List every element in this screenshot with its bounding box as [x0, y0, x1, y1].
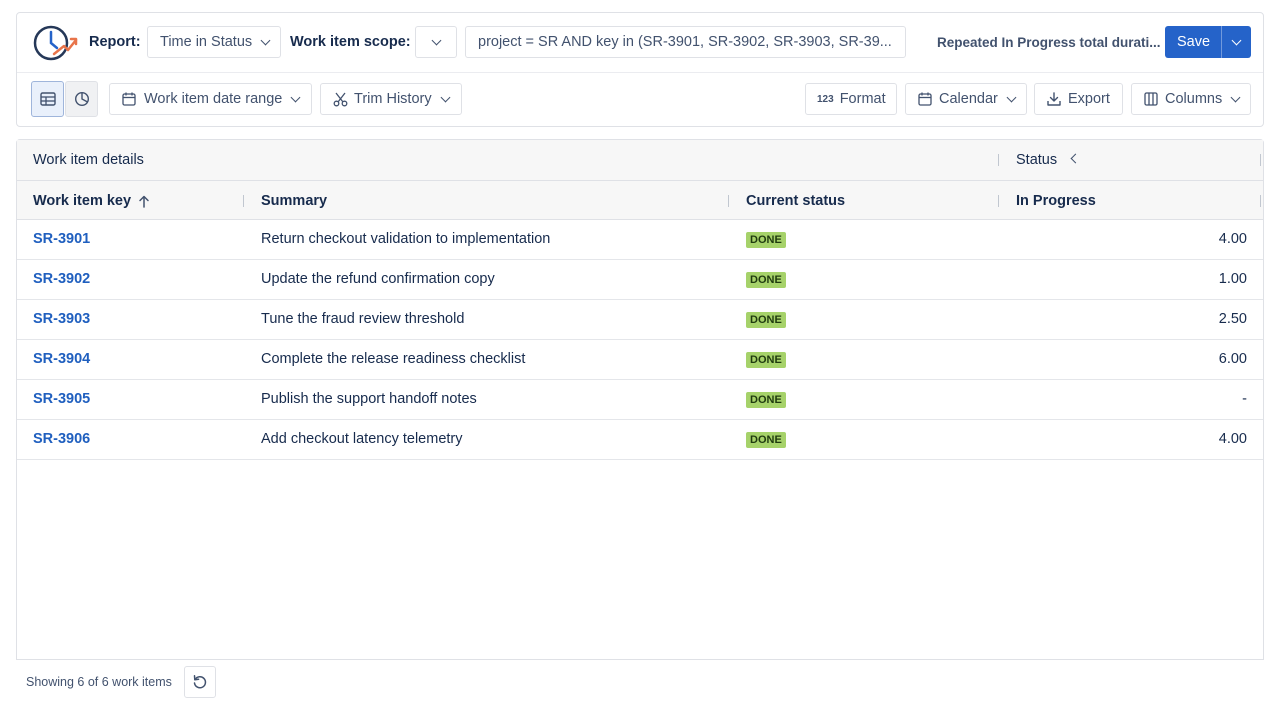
calendar-icon: [918, 92, 932, 106]
save-options-button[interactable]: [1221, 26, 1251, 58]
trim-history-button[interactable]: Trim History: [320, 83, 462, 115]
sort-ascending-icon[interactable]: [138, 195, 150, 208]
chevron-left-icon[interactable]: [1070, 153, 1081, 164]
work-item-key-link[interactable]: SR-3901: [33, 231, 90, 247]
app-logo-icon: [33, 25, 78, 61]
report-toolbar: Report: Time in Status Work item scope: …: [16, 12, 1264, 127]
pie-chart-icon: [74, 91, 89, 107]
table-row: SR-3902 Update the refund confirmation c…: [17, 260, 1263, 300]
chart-view-button[interactable]: [65, 81, 98, 117]
report-label: Report:: [89, 34, 141, 50]
saved-report-name[interactable]: Repeated In Progress total durati...: [937, 35, 1161, 50]
download-icon: [1047, 92, 1061, 106]
in-progress-value: 4.00: [1218, 431, 1247, 447]
summary-cell: Add checkout latency telemetry: [261, 431, 463, 447]
columns-icon: [1144, 92, 1158, 106]
column-header-summary[interactable]: Summary: [261, 193, 327, 209]
work-item-key-link[interactable]: SR-3906: [33, 431, 90, 447]
group-header-status[interactable]: Status: [1016, 152, 1057, 168]
group-header-details: Work item details: [33, 152, 144, 168]
in-progress-value: -: [1242, 391, 1247, 407]
status-badge: DONE: [746, 432, 786, 448]
table-group-header: Work item details Status: [17, 140, 1263, 181]
date-range-label: Work item date range: [144, 91, 283, 107]
column-divider[interactable]: [728, 195, 729, 207]
status-badge: DONE: [746, 312, 786, 328]
chevron-down-icon: [290, 92, 301, 102]
table-column-header: Work item key Summary Current status In …: [17, 181, 1263, 220]
table-row: SR-3901 Return checkout validation to im…: [17, 220, 1263, 260]
status-badge: DONE: [746, 232, 786, 248]
column-header-in-progress[interactable]: In Progress: [1016, 193, 1096, 209]
work-item-key-link[interactable]: SR-3904: [33, 351, 90, 367]
table-row: SR-3905 Publish the support handoff note…: [17, 380, 1263, 420]
status-badge: DONE: [746, 272, 786, 288]
format-label: Format: [839, 91, 886, 107]
calendar-label: Calendar: [939, 91, 998, 107]
table-row: SR-3904 Complete the release readiness c…: [17, 340, 1263, 380]
row-count-text: Showing 6 of 6 work items: [26, 675, 172, 689]
summary-cell: Return checkout validation to implementa…: [261, 231, 551, 247]
trim-history-label: Trim History: [354, 91, 432, 107]
summary-cell: Update the refund confirmation copy: [261, 271, 495, 287]
in-progress-value: 2.50: [1218, 311, 1247, 327]
work-item-key-link[interactable]: SR-3905: [33, 391, 90, 407]
column-divider: [1260, 154, 1261, 166]
column-divider: [998, 154, 999, 166]
query-text: project = SR AND key in (SR-3901, SR-390…: [478, 34, 892, 50]
calendar-button[interactable]: Calendar: [905, 83, 1027, 115]
chevron-down-icon: [431, 35, 441, 45]
report-select[interactable]: Time in Status: [147, 26, 281, 58]
chevron-down-icon: [1230, 92, 1241, 102]
report-select-value: Time in Status: [160, 34, 253, 50]
scope-type-select[interactable]: [415, 26, 457, 58]
status-badge: DONE: [746, 392, 786, 408]
work-item-key-link[interactable]: SR-3902: [33, 271, 90, 287]
refresh-icon: [193, 675, 207, 689]
toolbar-row-primary: Report: Time in Status Work item scope: …: [17, 13, 1263, 73]
chevron-down-icon: [1231, 35, 1242, 45]
column-divider[interactable]: [998, 195, 999, 207]
column-header-current-status[interactable]: Current status: [746, 193, 845, 209]
refresh-button[interactable]: [184, 666, 216, 698]
in-progress-value: 1.00: [1218, 271, 1247, 287]
status-badge: DONE: [746, 352, 786, 368]
table-row: SR-3903 Tune the fraud review threshold …: [17, 300, 1263, 340]
columns-button[interactable]: Columns: [1131, 83, 1251, 115]
table-view-button[interactable]: [31, 81, 64, 117]
report-table: Work item details Status Work item key S…: [16, 139, 1264, 660]
chevron-down-icon: [260, 35, 271, 45]
in-progress-value: 4.00: [1218, 231, 1247, 247]
number-format-icon: 123: [817, 93, 834, 105]
summary-cell: Tune the fraud review threshold: [261, 311, 465, 327]
query-input[interactable]: project = SR AND key in (SR-3901, SR-390…: [465, 26, 906, 58]
export-button[interactable]: Export: [1034, 83, 1123, 115]
scissors-icon: [333, 92, 348, 106]
table-row: SR-3906 Add checkout latency telemetry D…: [17, 420, 1263, 460]
in-progress-value: 6.00: [1218, 351, 1247, 367]
export-label: Export: [1068, 91, 1110, 107]
columns-label: Columns: [1165, 91, 1223, 107]
summary-cell: Publish the support handoff notes: [261, 391, 477, 407]
format-button[interactable]: 123 Format: [805, 83, 897, 115]
work-item-key-link[interactable]: SR-3903: [33, 311, 90, 327]
column-divider[interactable]: [1260, 195, 1261, 207]
date-range-button[interactable]: Work item date range: [109, 83, 312, 115]
save-button-group: Save: [1165, 26, 1251, 58]
scope-label: Work item scope:: [290, 34, 411, 50]
save-button[interactable]: Save: [1165, 34, 1221, 50]
summary-cell: Complete the release readiness checklist: [261, 351, 526, 367]
table-icon: [39, 92, 56, 106]
chevron-down-icon: [440, 92, 451, 102]
column-divider[interactable]: [243, 195, 244, 207]
calendar-icon: [122, 92, 136, 106]
column-header-key[interactable]: Work item key: [33, 193, 131, 209]
chevron-down-icon: [1006, 92, 1017, 102]
toolbar-row-secondary: Work item date range Trim History 123 Fo…: [17, 73, 1263, 128]
